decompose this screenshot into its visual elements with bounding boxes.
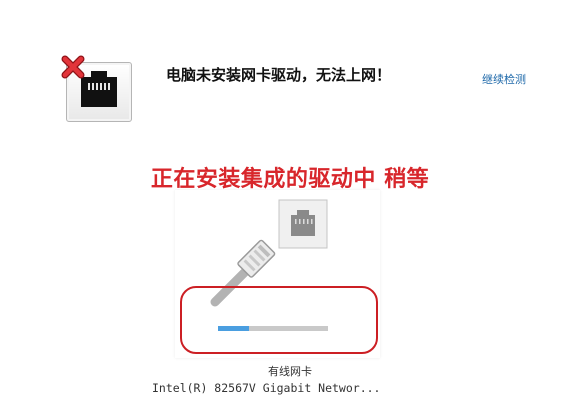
install-progress-fill xyxy=(218,326,249,331)
continue-detect-link[interactable]: 继续检测 xyxy=(482,71,526,87)
error-x-icon xyxy=(61,55,85,79)
ethernet-port-icon xyxy=(278,199,328,249)
install-progress-bar xyxy=(218,326,328,331)
adapter-description: Intel(R) 82567V Gigabit Networ... xyxy=(152,381,381,395)
installing-banner: 正在安装集成的驱动中 稍等 xyxy=(150,167,430,192)
page-title: 电脑未安装网卡驱动，无法上网！ xyxy=(166,66,392,84)
progress-highlight-ring xyxy=(180,286,378,354)
adapter-type-label: 有线网卡 xyxy=(268,365,312,378)
